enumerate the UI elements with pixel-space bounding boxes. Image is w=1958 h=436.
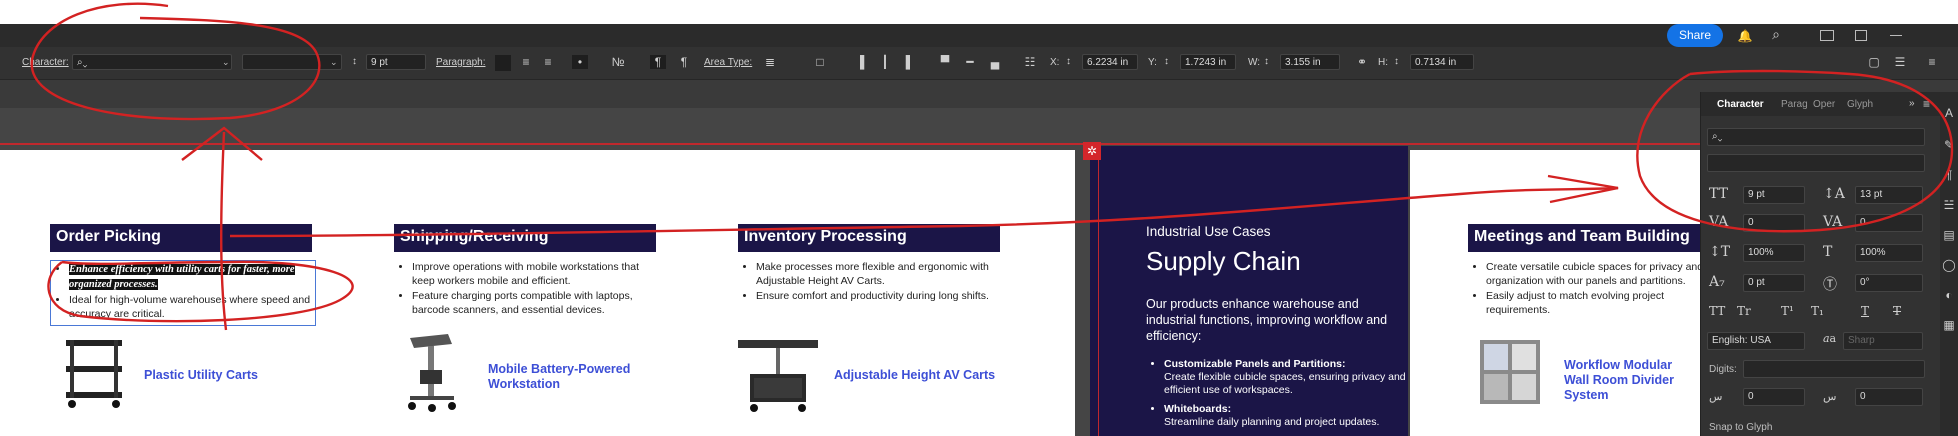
annotation-overlay [30,2,1954,331]
annotation-loop-control-bar [30,2,321,121]
annotation-connector-line [229,186,1619,238]
annotation-loop-panel [1636,69,1954,233]
annotation-loop-selection [47,260,354,323]
annotation-arrow-up [181,126,263,331]
